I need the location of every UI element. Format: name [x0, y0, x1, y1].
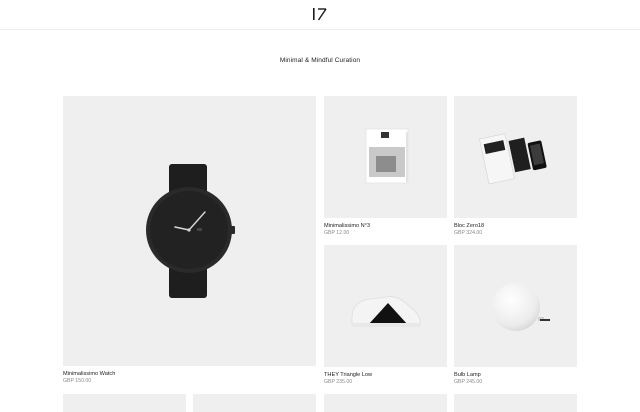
product-image-lamp[interactable]	[454, 245, 577, 367]
product-card-partial[interactable]	[193, 394, 316, 412]
product-card-lamp[interactable]: Bulb Lamp GBP 245.00	[454, 245, 577, 390]
product-card-watch[interactable]: Minimalissimo Watch GBP 150.00	[63, 96, 316, 386]
product-image-partial[interactable]	[193, 394, 316, 412]
product-image-partial[interactable]	[324, 394, 447, 412]
sneaker-icon	[351, 296, 421, 327]
product-image-magazine[interactable]	[324, 96, 447, 218]
product-name[interactable]: Minimalissimo N°3	[324, 223, 370, 229]
page-tagline: Minimal & Mindful Curation	[279, 57, 361, 64]
product-name[interactable]: THEY Triangle Low	[324, 372, 372, 378]
product-image-watch[interactable]	[63, 96, 316, 366]
product-name[interactable]: Bloc Zero18	[454, 223, 484, 229]
site-header	[0, 0, 640, 30]
product-card-partial[interactable]	[63, 394, 186, 412]
product-name[interactable]: Minimalissimo Watch	[63, 371, 115, 377]
product-image-partial[interactable]	[63, 394, 186, 412]
product-image-partial[interactable]	[454, 394, 577, 412]
product-name[interactable]: Bulb Lamp	[454, 372, 481, 378]
iz-logo-icon[interactable]	[309, 4, 331, 24]
lamp-icon	[492, 283, 550, 331]
product-price: GBP 235.00	[324, 379, 353, 385]
product-image-zero18[interactable]	[454, 96, 577, 218]
product-price: GBP 245.00	[454, 379, 483, 385]
magazine-icon	[365, 128, 409, 184]
product-image-sneaker[interactable]	[324, 245, 447, 367]
product-card-sneaker[interactable]: THEY Triangle Low GBP 235.00	[324, 245, 447, 390]
product-card-magazine[interactable]: Minimalissimo N°3 GBP 12.00	[324, 96, 447, 241]
notebook-set-icon	[479, 133, 547, 185]
product-card-zero18[interactable]: Bloc Zero18 GBP 324.00	[454, 96, 577, 241]
product-card-partial[interactable]	[324, 394, 447, 412]
product-price: GBP 324.00	[454, 230, 483, 236]
product-price: GBP 150.00	[63, 378, 92, 384]
product-price: GBP 12.00	[324, 230, 350, 236]
product-card-partial[interactable]	[454, 394, 577, 412]
watch-icon	[146, 164, 235, 298]
